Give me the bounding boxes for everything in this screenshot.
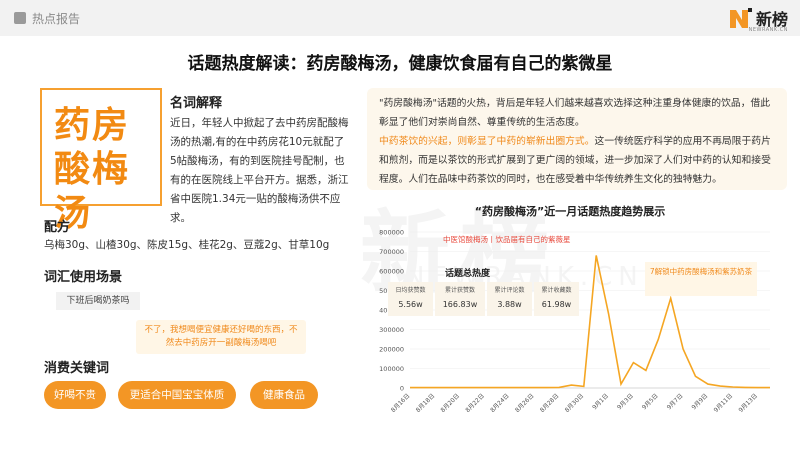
chart-title: “药房酸梅汤”近一月话题热度趋势展示 [474, 205, 666, 218]
top-bar: 热点报告 [0, 0, 800, 36]
recipe-heading: 配方 [44, 220, 71, 235]
stats-heading: 话题总热度 [445, 269, 491, 279]
chart-annotation-red: 中医馆酸梅汤丨饮品届有自己的紫薇星 [443, 235, 571, 244]
recipe-text: 乌梅30g、山楂30g、陈皮15g、桂花2g、豆蔻2g、甘草10g [44, 239, 330, 251]
stat-value: 166.83w [442, 300, 478, 309]
report-icon [14, 12, 26, 24]
brand-sub: NEWRANK.CN [748, 27, 788, 33]
stat-box: 累计评论数 3.88w [487, 282, 532, 316]
interpretation-box: "药房酸梅汤"话题的火热，背后是年轻人们越来越喜欢选择这种注重身体健康的饮品，借… [367, 88, 787, 190]
stat-box: 日均获赞数 5.56w [388, 282, 433, 316]
section-label: 热点报告 [32, 12, 81, 26]
interpretation-p1: "药房酸梅汤"话题的火热，背后是年轻人们越来越喜欢选择这种注重身体健康的饮品，借… [379, 98, 771, 128]
stat-label: 日均获赞数 [395, 287, 426, 294]
stat-label: 累计获赞数 [444, 287, 475, 294]
chart-annotation-orange: 7解锁中药房酸梅汤和紫苏奶茶 [645, 262, 757, 296]
interpretation-highlight: 中药茶饮的兴起，则彰显了中药的崭新出圈方式。 [379, 136, 595, 147]
scenario-reply: 不了，我想喝便宜健康还好喝的东西，不然去中药房开一副酸梅汤喝吧 [136, 320, 306, 354]
keyword-pill: 健康食品 [250, 381, 318, 409]
stat-label: 累计评论数 [494, 287, 525, 294]
stat-value: 3.88w [497, 300, 522, 309]
stat-label: 累计收藏数 [541, 287, 572, 294]
keyword-pill: 好喝不贵 [44, 381, 106, 409]
newrank-logo-icon [729, 8, 752, 28]
definition-text: 近日，年轻人中掀起了去中药房配酸梅汤的热潮,有的在中药房花10元就配了5帖酸梅汤… [170, 117, 349, 224]
scenario-heading: 词汇使用场景 [44, 270, 123, 285]
scenario-question: 下班后喝奶茶吗 [56, 292, 140, 310]
stat-value: 61.98w [541, 300, 572, 309]
keyword-pill: 更适合中国宝宝体质 [118, 381, 236, 409]
stat-box: 累计收藏数 61.98w [534, 282, 579, 316]
topic-logo: 药房 酸梅汤 [40, 88, 170, 234]
keywords-heading: 消费关键词 [44, 361, 110, 376]
stat-box: 累计获赞数 166.83w [435, 282, 485, 316]
page-title: 话题热度解读：药房酸梅汤，健康饮食届有自己的紫微星 [187, 54, 613, 74]
stat-value: 5.56w [398, 300, 423, 309]
definition-heading: 名词解释 [170, 96, 223, 111]
